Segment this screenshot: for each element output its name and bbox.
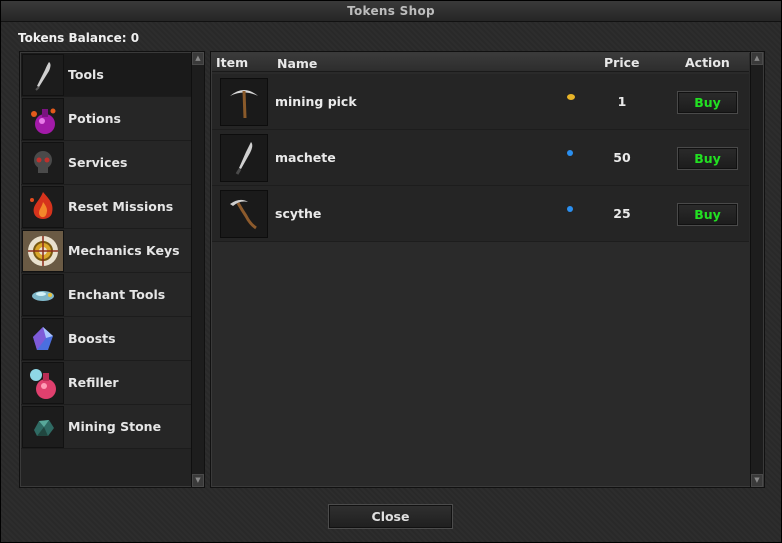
stone-icon <box>22 405 64 448</box>
item-price: 1 <box>617 94 627 109</box>
window-title[interactable]: Tokens Shop <box>1 1 781 22</box>
category-label: Tools <box>68 67 104 82</box>
category-list: Tools Potions Services Reset Missions Me… <box>21 53 191 449</box>
category-item-potions[interactable]: Potions <box>21 97 191 141</box>
table-row: machete 50 Buy <box>212 130 749 186</box>
category-item-enchant-tools[interactable]: Enchant Tools <box>21 273 191 317</box>
pickaxe-icon <box>220 78 268 126</box>
blue-gem-icon <box>567 206 573 212</box>
item-name: mining pick <box>275 94 357 109</box>
buy-button[interactable]: Buy <box>677 147 738 170</box>
enchant-gem-icon <box>22 273 64 316</box>
scythe-icon <box>220 190 268 238</box>
category-item-tools[interactable]: Tools <box>21 53 191 97</box>
gold-coin-icon <box>567 94 575 100</box>
category-item-mining-stone[interactable]: Mining Stone <box>21 405 191 449</box>
category-label: Reset Missions <box>68 199 174 214</box>
category-label: Enchant Tools <box>68 287 166 302</box>
scroll-up-arrow-icon[interactable]: ▲ <box>751 52 763 65</box>
blue-gem-icon <box>567 150 573 156</box>
refill-flask-icon <box>22 361 64 404</box>
item-table-panel: Item Name Price Action mining pick 1 Buy… <box>210 51 765 488</box>
category-item-mechanics-keys[interactable]: Mechanics Keys <box>21 229 191 273</box>
category-scrollbar[interactable]: ▲ ▼ <box>191 52 204 487</box>
scroll-up-arrow-icon[interactable]: ▲ <box>192 52 204 65</box>
category-label: Mechanics Keys <box>68 243 180 258</box>
scroll-down-arrow-icon[interactable]: ▼ <box>192 474 204 487</box>
category-label: Potions <box>68 111 121 126</box>
blade-icon <box>22 53 64 96</box>
close-button[interactable]: Close <box>328 504 453 529</box>
table-header: Item Name Price Action <box>212 53 749 72</box>
machete-icon <box>220 134 268 182</box>
item-scrollbar[interactable]: ▲ ▼ <box>750 52 763 487</box>
column-header-action: Action <box>685 55 730 70</box>
fire-icon <box>22 185 64 228</box>
buy-button[interactable]: Buy <box>677 203 738 226</box>
category-label: Boosts <box>68 331 116 346</box>
category-panel: Tools Potions Services Reset Missions Me… <box>19 51 205 488</box>
skull-icon <box>22 141 64 184</box>
item-price: 25 <box>613 206 631 221</box>
table-row: scythe 25 Buy <box>212 186 749 242</box>
scroll-down-arrow-icon[interactable]: ▼ <box>751 474 763 487</box>
buy-button[interactable]: Buy <box>677 91 738 114</box>
category-label: Services <box>68 155 128 170</box>
category-label: Refiller <box>68 375 119 390</box>
item-name: scythe <box>275 206 322 221</box>
tokens-balance: Tokens Balance: 0 <box>18 31 140 45</box>
category-item-reset-missions[interactable]: Reset Missions <box>21 185 191 229</box>
category-item-services[interactable]: Services <box>21 141 191 185</box>
gear-emblem-icon <box>22 229 64 272</box>
item-name: machete <box>275 150 336 165</box>
category-item-boosts[interactable]: Boosts <box>21 317 191 361</box>
item-price: 50 <box>613 150 631 165</box>
table-row: mining pick 1 Buy <box>212 74 749 130</box>
category-label: Mining Stone <box>68 419 162 434</box>
column-header-price: Price <box>604 55 640 70</box>
column-header-name: Name <box>277 56 318 71</box>
tokens-shop-window: Tokens Shop Tokens Balance: 0 Tools Poti… <box>0 0 782 543</box>
column-header-item: Item <box>216 55 249 70</box>
crystal-icon <box>22 317 64 360</box>
category-item-refiller[interactable]: Refiller <box>21 361 191 405</box>
potion-flask-icon <box>22 97 64 140</box>
